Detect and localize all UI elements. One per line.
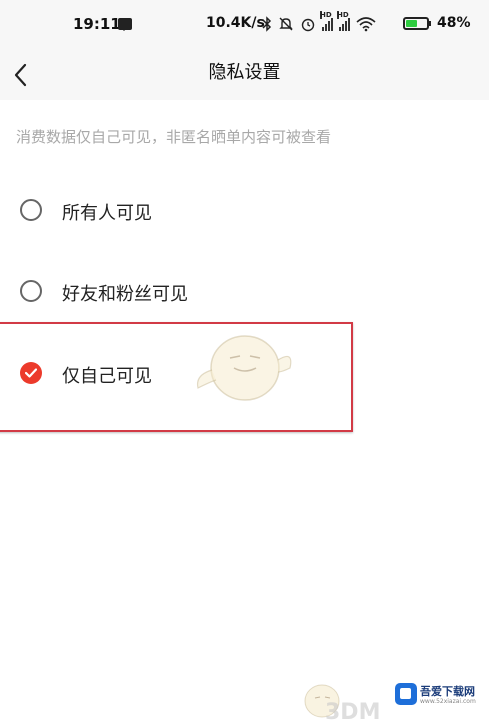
radio-unchecked-icon[interactable] [20, 199, 42, 221]
sim1-hd-label: HD [320, 11, 332, 19]
mute-bell-icon [279, 17, 293, 31]
watermark-logo-icon [395, 683, 417, 705]
watermark-url: www.52xiazai.com [420, 698, 476, 705]
watermark-3dm: 3DM [325, 700, 381, 725]
option-everyone[interactable]: 所有人可见 [0, 182, 489, 242]
option-label: 好友和粉丝可见 [62, 284, 188, 305]
wifi-icon [356, 17, 376, 32]
signal-icon: HD [337, 11, 350, 31]
network-speed: 10.4K/s [206, 15, 265, 31]
privacy-hint: 消费数据仅自己可见，非匿名晒单内容可被查看 [16, 128, 332, 146]
radio-unchecked-icon[interactable] [20, 280, 42, 302]
message-icon [118, 18, 132, 31]
status-bar: 19:11 10.4K/s HD HD 48% [0, 0, 489, 50]
watermark-brand: 吾爱下载网 [420, 685, 475, 698]
sim2-hd-label: HD [337, 11, 349, 19]
battery-charging-icon [403, 17, 431, 30]
page-title: 隐私设置 [208, 62, 281, 83]
bluetooth-icon [262, 16, 272, 32]
option-label: 所有人可见 [62, 203, 152, 224]
battery-percent: 48% [437, 15, 471, 31]
alarm-icon [301, 18, 315, 32]
nav-bar: 隐私设置 [0, 50, 489, 100]
status-icons: HD HD [262, 11, 376, 34]
annotation-highlight-box [0, 322, 353, 432]
option-friends-fans[interactable]: 好友和粉丝可见 [0, 263, 489, 323]
signal-icon: HD [320, 11, 333, 31]
status-time: 19:11 [73, 15, 121, 33]
